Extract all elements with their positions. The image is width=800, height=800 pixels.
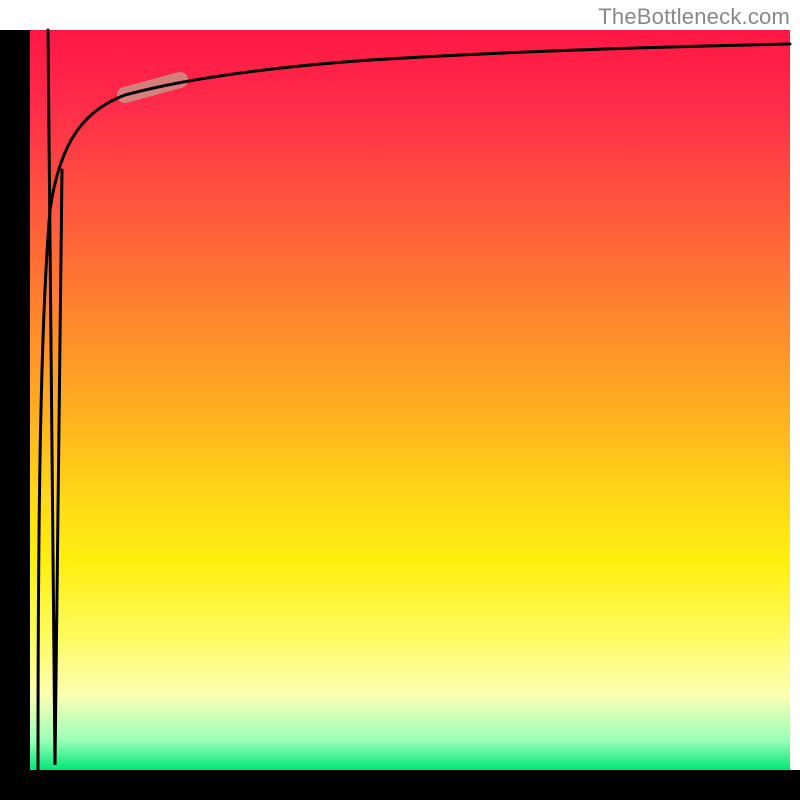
chart-svg [30, 30, 790, 770]
initial-spike [48, 30, 62, 765]
chart-stage: TheBottleneck.com [0, 0, 800, 800]
y-axis-bar [0, 30, 30, 770]
watermark-text: TheBottleneck.com [598, 4, 790, 30]
plot-area [30, 30, 790, 770]
x-axis-bar [0, 770, 800, 800]
bottleneck-curve [38, 44, 790, 770]
